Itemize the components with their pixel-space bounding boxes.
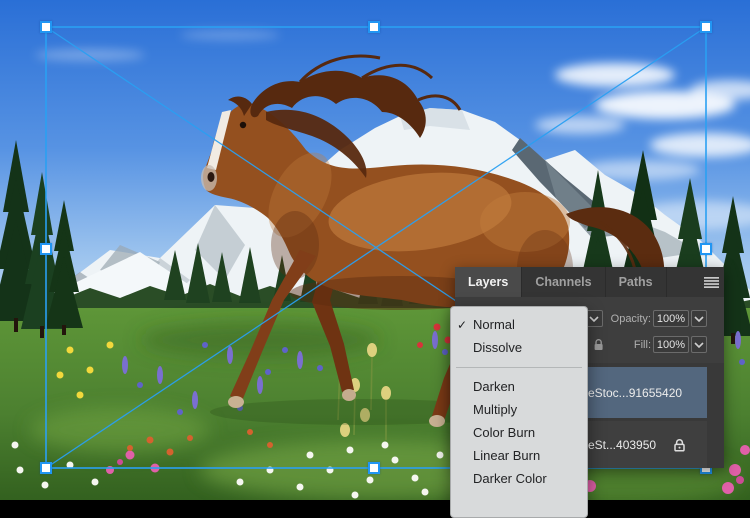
fill-value[interactable]: 100% bbox=[653, 336, 689, 353]
blend-mode-menu: ✓ Normal Dissolve Darken Multiply Color … bbox=[450, 306, 588, 518]
menu-item-label: Color Burn bbox=[473, 425, 535, 440]
menu-item-label: Linear Burn bbox=[473, 448, 540, 463]
menu-item-label: Multiply bbox=[473, 402, 517, 417]
transform-handle-middle-right[interactable] bbox=[700, 243, 712, 255]
chevron-down-icon bbox=[694, 342, 704, 348]
fill-label: Fill: bbox=[621, 339, 651, 351]
transform-handle-bottom-center[interactable] bbox=[368, 462, 380, 474]
tab-label: Layers bbox=[468, 275, 508, 289]
menu-item-label: Darken bbox=[473, 379, 515, 394]
tab-label: Channels bbox=[535, 275, 591, 289]
panel-menu-icon[interactable] bbox=[704, 277, 719, 288]
tab-paths[interactable]: Paths bbox=[606, 267, 667, 297]
fill-dropdown-button[interactable] bbox=[691, 336, 707, 353]
menu-item-label: Darker Color bbox=[473, 471, 547, 486]
transform-handle-top-center[interactable] bbox=[368, 21, 380, 33]
layer-name: eStoc...91655420 bbox=[588, 386, 682, 400]
opacity-label: Opacity: bbox=[606, 313, 651, 325]
checkmark-icon: ✓ bbox=[457, 318, 467, 332]
chevron-down-icon bbox=[589, 316, 599, 322]
menu-item-linear-burn[interactable]: Linear Burn bbox=[451, 444, 587, 467]
menu-item-dissolve[interactable]: Dissolve bbox=[451, 336, 587, 359]
lock-icon[interactable] bbox=[673, 438, 686, 452]
tab-label: Paths bbox=[619, 275, 653, 289]
menu-item-darken[interactable]: Darken bbox=[451, 375, 587, 398]
lock-icon[interactable] bbox=[593, 338, 604, 351]
chevron-down-icon bbox=[694, 316, 704, 322]
menu-item-label: Dissolve bbox=[473, 340, 522, 355]
menu-item-color-burn[interactable]: Color Burn bbox=[451, 421, 587, 444]
menu-item-multiply[interactable]: Multiply bbox=[451, 398, 587, 421]
layer-name: eSt...403950 bbox=[588, 438, 656, 452]
transform-handle-top-right[interactable] bbox=[700, 21, 712, 33]
opacity-dropdown-button[interactable] bbox=[691, 310, 707, 327]
opacity-value[interactable]: 100% bbox=[653, 310, 689, 327]
menu-item-label: Normal bbox=[473, 317, 515, 332]
transform-handle-top-left[interactable] bbox=[40, 21, 52, 33]
menu-separator bbox=[456, 367, 582, 368]
menu-item-normal[interactable]: ✓ Normal bbox=[451, 313, 587, 336]
panel-tab-bar: Layers Channels Paths bbox=[455, 267, 724, 297]
transform-handle-bottom-left[interactable] bbox=[40, 462, 52, 474]
menu-item-darker-color[interactable]: Darker Color bbox=[451, 467, 587, 490]
transform-handle-middle-left[interactable] bbox=[40, 243, 52, 255]
tab-layers[interactable]: Layers bbox=[455, 267, 522, 297]
tab-channels[interactable]: Channels bbox=[522, 267, 605, 297]
